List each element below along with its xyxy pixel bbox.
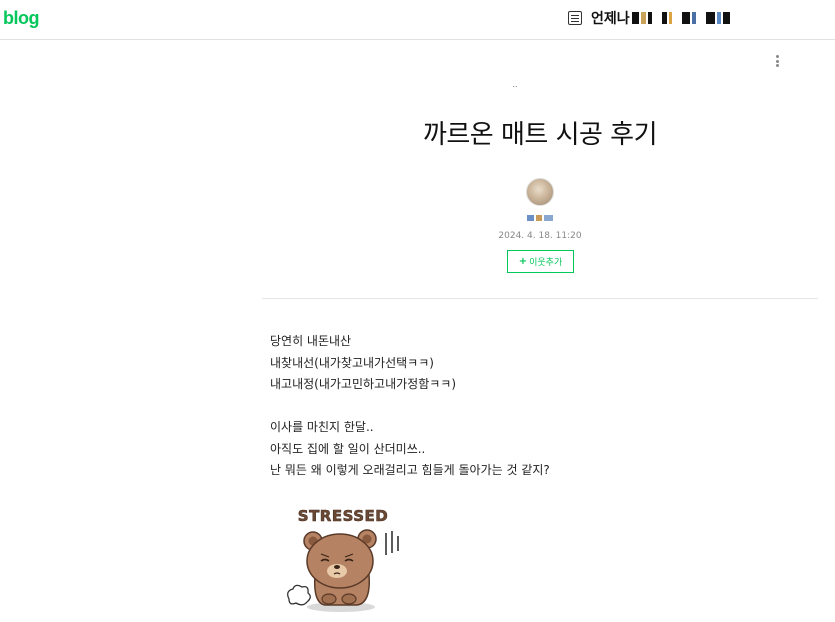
- body-line: 내고내정(내가고민하고내가정함ㅋㅋ): [270, 377, 457, 391]
- body-line-empty: [270, 396, 810, 418]
- blog-title-redacted: [631, 10, 732, 26]
- post-body: 당연히 내돈내산 내찾내선(내가찾고내가선택ㅋㅋ) 내고내정(내가고민하고내가정…: [270, 331, 810, 482]
- post-title: 까르온 매트 시공 후기: [422, 120, 658, 150]
- author-nickname-redacted[interactable]: [521, 213, 559, 223]
- plus-icon: +: [518, 256, 528, 267]
- body-line: 이사를 마친지 한달..: [270, 420, 374, 434]
- sticker-caption: STRESSED: [298, 507, 388, 525]
- add-neighbor-label: 이웃추가: [529, 258, 563, 268]
- body-line: 내찾내선(내가찾고내가선택ㅋㅋ): [270, 355, 434, 370]
- body-line: 당연히 내돈내산: [270, 334, 352, 348]
- blog-title[interactable]: 언제나: [591, 8, 630, 28]
- blog-logo[interactable]: blog: [3, 8, 40, 29]
- top-bar: blog 언제나: [0, 0, 835, 40]
- body-line: 아직도 집에 할 일이 산더미쓰..: [270, 441, 426, 456]
- body-line: 난 뭐든 왜 이렇게 오래걸리고 힘들게 돌아가는 것 같지?: [270, 463, 550, 477]
- post-date: 2024. 4. 18. 11:20: [498, 231, 582, 241]
- header-divider: [262, 298, 818, 299]
- author-avatar[interactable]: [526, 178, 554, 206]
- blog-name-link[interactable]: 언제나: [568, 8, 732, 28]
- stressed-bear-sticker[interactable]: STRESSED: [285, 503, 405, 615]
- add-neighbor-button[interactable]: + 이웃추가: [507, 250, 574, 273]
- post-category[interactable]: ..: [500, 80, 530, 89]
- more-vertical-icon[interactable]: [772, 53, 782, 69]
- list-icon[interactable]: [568, 11, 582, 25]
